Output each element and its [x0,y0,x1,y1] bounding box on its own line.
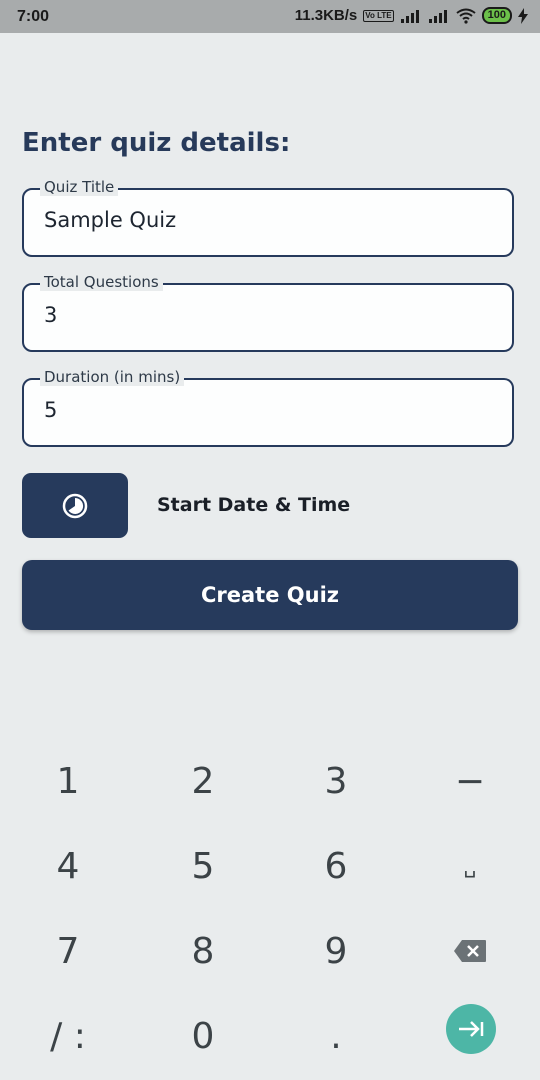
status-icons: 11.3KB/s Vo LTE 100 [295,7,528,24]
key-8[interactable]: 8 [153,916,253,986]
network-speed: 11.3KB/s [294,7,358,24]
key-0[interactable]: 0 [153,1001,253,1071]
charging-icon [518,7,528,24]
clock-icon [62,493,88,518]
key-9[interactable]: 9 [286,916,386,986]
quiz-title-input[interactable] [44,208,484,232]
backspace-icon [454,940,486,962]
wifi-icon [456,8,476,24]
tab-next-icon [459,1021,484,1037]
key-2[interactable]: 2 [153,746,253,816]
volte-icon: Vo LTE [363,9,394,22]
start-date-time-label: Start Date & Time [157,494,351,516]
key-4[interactable]: 4 [18,831,118,901]
total-questions-input[interactable] [44,303,484,327]
total-questions-field[interactable]: Total Questions [22,273,514,352]
create-quiz-button[interactable]: Create Quiz [22,560,518,630]
backspace-key[interactable] [420,916,520,986]
enter-key[interactable] [446,1004,496,1054]
key-period[interactable]: . [286,1001,386,1071]
key-slash-colon[interactable]: / : [18,1001,118,1071]
key-7[interactable]: 7 [18,916,118,986]
duration-label: Duration (in mins) [40,368,185,386]
duration-field[interactable]: Duration (in mins) [22,368,514,447]
key-3[interactable]: 3 [286,746,386,816]
status-time: 7:00 [17,8,50,25]
status-bar: 7:00 11.3KB/s Vo LTE 100 [0,0,540,33]
page-title: Enter quiz details: [22,128,291,158]
duration-input[interactable] [44,398,484,422]
key-5[interactable]: 5 [153,831,253,901]
total-questions-label: Total Questions [40,273,163,291]
quiz-title-label: Quiz Title [40,178,119,196]
battery-icon: 100 [481,7,512,24]
quiz-title-field[interactable]: Quiz Title [22,178,514,257]
key-1[interactable]: 1 [18,746,118,816]
space-key[interactable]: ␣ [420,831,520,901]
signal-icon [428,9,447,23]
signal-icon [400,9,419,23]
key-minus[interactable]: − [420,746,520,816]
key-6[interactable]: 6 [286,831,386,901]
start-time-picker-button[interactable] [22,473,128,538]
